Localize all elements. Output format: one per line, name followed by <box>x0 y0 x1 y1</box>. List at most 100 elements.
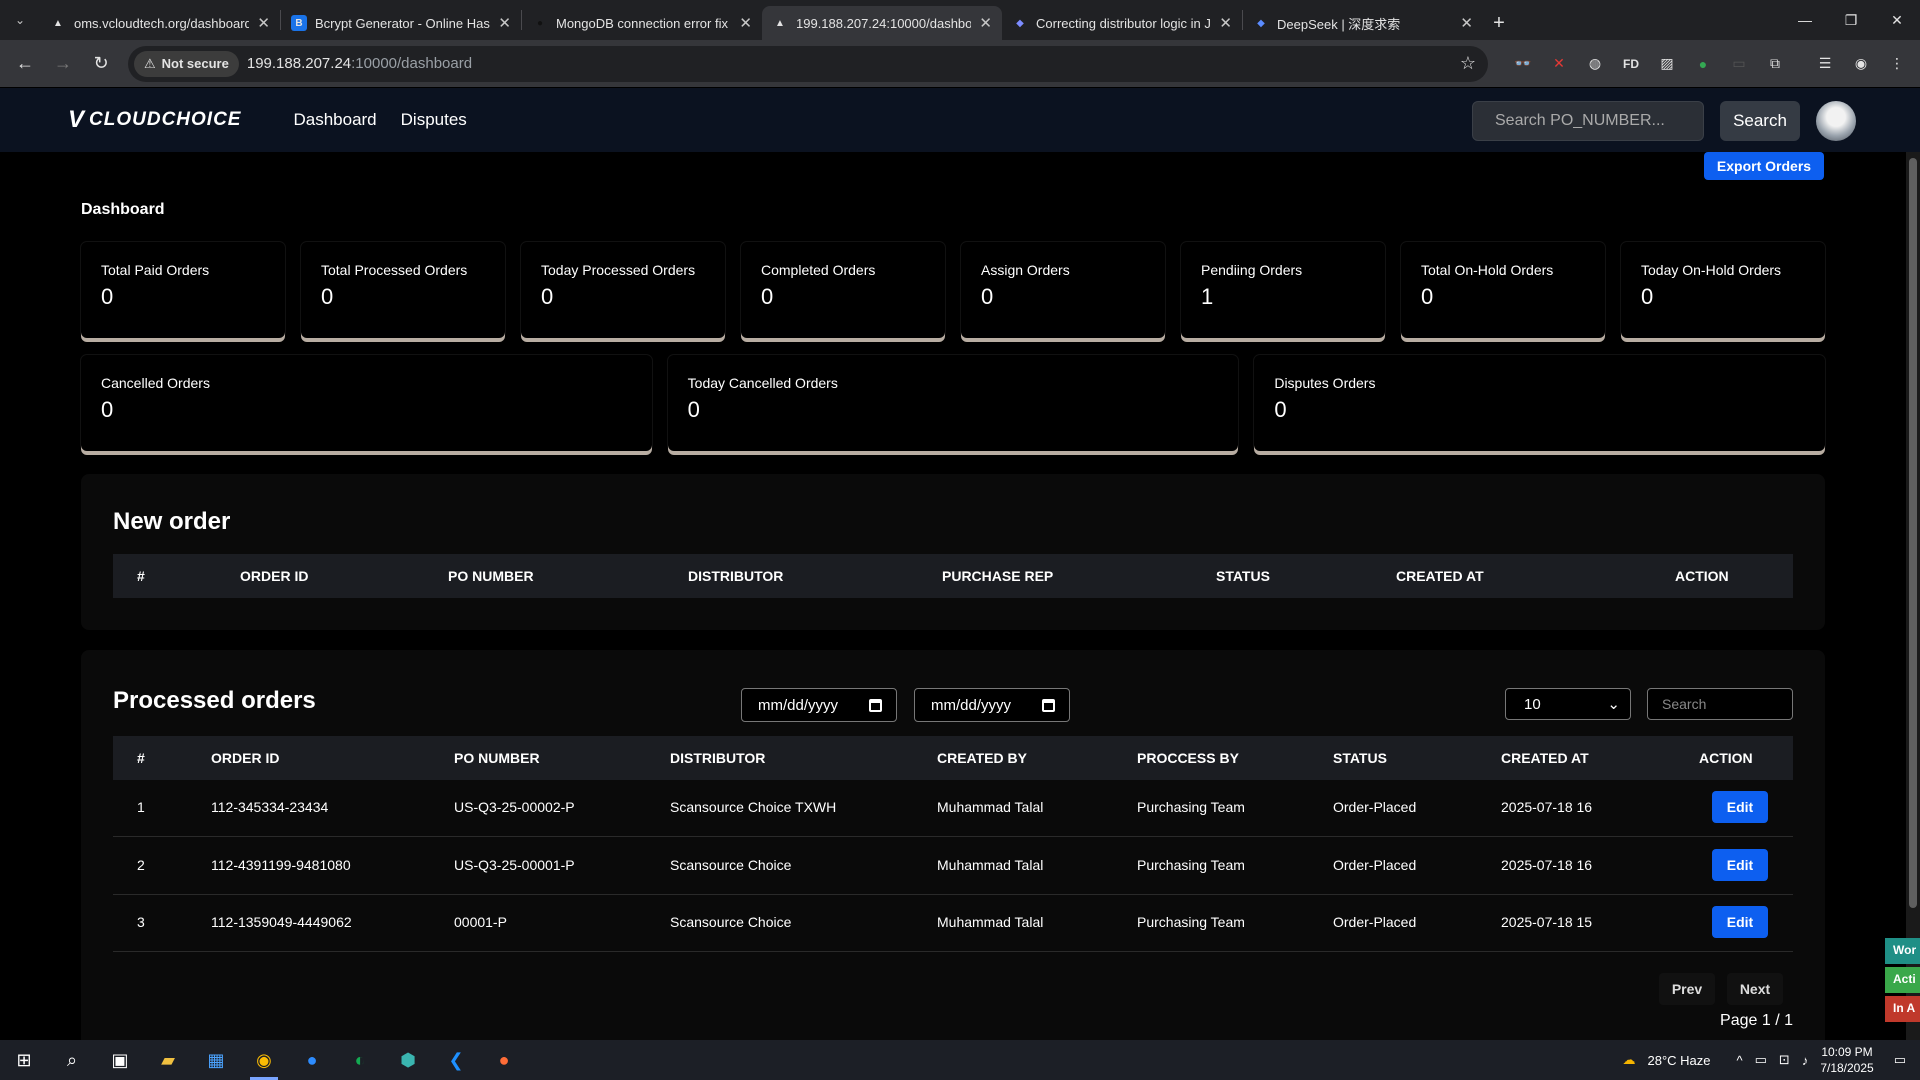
close-icon[interactable]: ✕ <box>1460 14 1473 32</box>
windows-start-icon[interactable]: ⊞ <box>0 1040 48 1080</box>
stat-card-total-processed: Total Processed Orders 0 <box>301 242 505 338</box>
battery-icon[interactable]: ▭ <box>1755 1052 1767 1068</box>
extension-image-icon[interactable]: ▨ <box>1652 49 1682 79</box>
extension-globe-icon[interactable]: ◍ <box>1580 49 1610 79</box>
extensions-puzzle-icon[interactable]: ⧉ <box>1760 49 1790 79</box>
browser-tab-5[interactable]: ◆ DeepSeek | 深度求索 ✕ <box>1243 6 1483 40</box>
browser-tab-1[interactable]: B Bcrypt Generator - Online Hash ✕ <box>281 6 521 40</box>
date-from-input[interactable]: mm/dd/yyyy <box>741 688 897 722</box>
extension-fd-icon[interactable]: FD <box>1616 49 1646 79</box>
stat-card-cancelled: Cancelled Orders 0 <box>81 355 652 451</box>
edit-button[interactable]: Edit <box>1712 849 1768 881</box>
extension-x-icon[interactable]: ✕ <box>1544 49 1574 79</box>
side-tag-wor[interactable]: Wor <box>1885 938 1920 964</box>
table-row: 3 112-1359049-4449062 00001-P Scansource… <box>113 895 1793 952</box>
close-icon[interactable]: ✕ <box>1219 14 1232 32</box>
vscode-icon[interactable]: ❮ <box>432 1040 480 1080</box>
restore-icon[interactable]: ❐ <box>1828 0 1874 40</box>
status: Order-Placed <box>1333 857 1417 873</box>
chrome-icon[interactable]: ◉ <box>240 1040 288 1080</box>
close-icon[interactable]: ✕ <box>257 14 270 32</box>
logo[interactable]: V CLOUDCHOICE <box>68 106 241 134</box>
po-search-button[interactable]: Search <box>1720 101 1800 141</box>
weather-icon[interactable]: ☁ <box>1622 1052 1635 1068</box>
avatar[interactable] <box>1816 101 1856 141</box>
column-header: DISTRIBUTOR <box>688 568 784 584</box>
created-at: 2025-07-18 16 <box>1501 799 1593 815</box>
processed-orders-title: Processed orders <box>113 687 316 714</box>
task-view-icon[interactable]: ▣ <box>96 1040 144 1080</box>
security-chip[interactable]: ⚠ Not secure <box>134 50 239 77</box>
close-icon[interactable]: ✕ <box>739 14 752 32</box>
store-icon[interactable]: ▦ <box>192 1040 240 1080</box>
page-size-value: 10 <box>1524 695 1541 713</box>
extension-card-icon[interactable]: ▭ <box>1724 49 1754 79</box>
column-header: # <box>137 568 145 584</box>
mongodb-compass-icon[interactable]: ◐ <box>336 1040 384 1080</box>
close-icon[interactable]: ✕ <box>498 14 511 32</box>
row-number: 1 <box>137 799 145 815</box>
prev-page-button[interactable]: Prev <box>1659 973 1715 1005</box>
stat-label: Today On-Hold Orders <box>1641 262 1782 278</box>
side-tag-in-a[interactable]: In A <box>1885 996 1920 1022</box>
clock-date: 7/18/2025 <box>1820 1061 1874 1075</box>
browser-tab-3[interactable]: ▲ 199.188.207.24:10000/dashboard ✕ <box>762 6 1002 40</box>
forward-arrow-icon[interactable]: → <box>46 47 80 81</box>
side-tag-acti[interactable]: Acti <box>1885 967 1920 993</box>
table-search-input[interactable]: Search <box>1647 688 1793 720</box>
extension-green-icon[interactable]: ● <box>1688 49 1718 79</box>
browser-menu-icon[interactable]: ⋮ <box>1882 49 1912 79</box>
stat-label: Pendiing Orders <box>1201 262 1303 278</box>
calendar-icon[interactable] <box>869 698 882 712</box>
reading-list-icon[interactable]: ☰ <box>1810 49 1840 79</box>
export-orders-button[interactable]: Export Orders <box>1704 152 1824 180</box>
system-tray: ☁ 28°C Haze ^ ▭ ⊡ ♪ 10:09 PM 7/18/2025 ▭ <box>1622 1040 1920 1080</box>
close-window-icon[interactable]: ✕ <box>1874 0 1920 40</box>
notifications-icon[interactable]: ▭ <box>1894 1052 1906 1068</box>
po-number: US-Q3-25-00001-P <box>454 857 575 873</box>
url-host: 199.188.207.24 <box>246 55 352 72</box>
page-info: Page 1 / 1 <box>1720 1012 1793 1029</box>
minimize-icon[interactable]: — <box>1782 0 1828 40</box>
stat-value: 0 <box>1421 284 1434 309</box>
page-scrollbar[interactable] <box>1906 152 1920 1040</box>
profile-icon[interactable]: ◉ <box>1846 49 1876 79</box>
browser-tab-0[interactable]: ▲ oms.vcloudtech.org/dashboard ✕ <box>40 6 280 40</box>
stat-card-total-paid: Total Paid Orders 0 <box>81 242 285 338</box>
bookmark-star-icon[interactable]: ☆ <box>1460 53 1476 74</box>
po-search-input[interactable]: Search PO_NUMBER... <box>1472 101 1704 141</box>
date-to-input[interactable]: mm/dd/yyyy <box>914 688 1070 722</box>
nav-link-dashboard[interactable]: Dashboard <box>293 110 376 130</box>
order-id: 112-1359049-4449062 <box>211 914 352 930</box>
page-size-select[interactable]: 10 ⌄ <box>1505 688 1631 720</box>
new-tab-button[interactable]: + <box>1483 6 1515 40</box>
search-icon[interactable]: ⌕ <box>48 1040 96 1080</box>
next-page-button[interactable]: Next <box>1727 973 1783 1005</box>
page-title: Dashboard <box>81 201 165 218</box>
clock[interactable]: 10:09 PM 7/18/2025 <box>1820 1044 1873 1076</box>
app-hexagon-icon[interactable]: ⬢ <box>384 1040 432 1080</box>
close-icon[interactable]: ✕ <box>979 14 992 32</box>
calendar-icon[interactable] <box>1042 698 1055 712</box>
zoom-icon[interactable]: ● <box>288 1040 336 1080</box>
stat-card-disputes: Disputes Orders 0 <box>1254 355 1825 451</box>
weather-text[interactable]: 28°C Haze <box>1647 1053 1710 1068</box>
browser-tab-2[interactable]: ● MongoDB connection error fix ✕ <box>522 6 762 40</box>
address-bar[interactable]: ⚠ Not secure 199.188.207.24:10000/dashbo… <box>128 45 1488 82</box>
nav-link-disputes[interactable]: Disputes <box>401 110 467 130</box>
url-text[interactable]: 199.188.207.24:10000/dashboard <box>247 55 1452 72</box>
edit-button[interactable]: Edit <box>1712 791 1768 823</box>
browser-tab-4[interactable]: ◆ Correcting distributor logic in Ja ✕ <box>1002 6 1242 40</box>
scrollbar-thumb[interactable] <box>1909 158 1917 908</box>
network-icon[interactable]: ⊡ <box>1779 1052 1790 1068</box>
tray-chevron-icon[interactable]: ^ <box>1737 1053 1743 1068</box>
extension-glasses-icon[interactable]: 👓 <box>1508 49 1538 79</box>
postman-icon[interactable]: ● <box>480 1040 528 1080</box>
stat-label: Today Cancelled Orders <box>687 375 838 391</box>
reload-icon[interactable]: ↻ <box>84 47 118 81</box>
volume-icon[interactable]: ♪ <box>1802 1053 1809 1068</box>
edit-button[interactable]: Edit <box>1712 906 1768 938</box>
back-arrow-icon[interactable]: ← <box>8 47 42 81</box>
tab-search-icon[interactable]: ⌄ <box>0 0 40 40</box>
file-explorer-icon[interactable]: ▰ <box>144 1040 192 1080</box>
